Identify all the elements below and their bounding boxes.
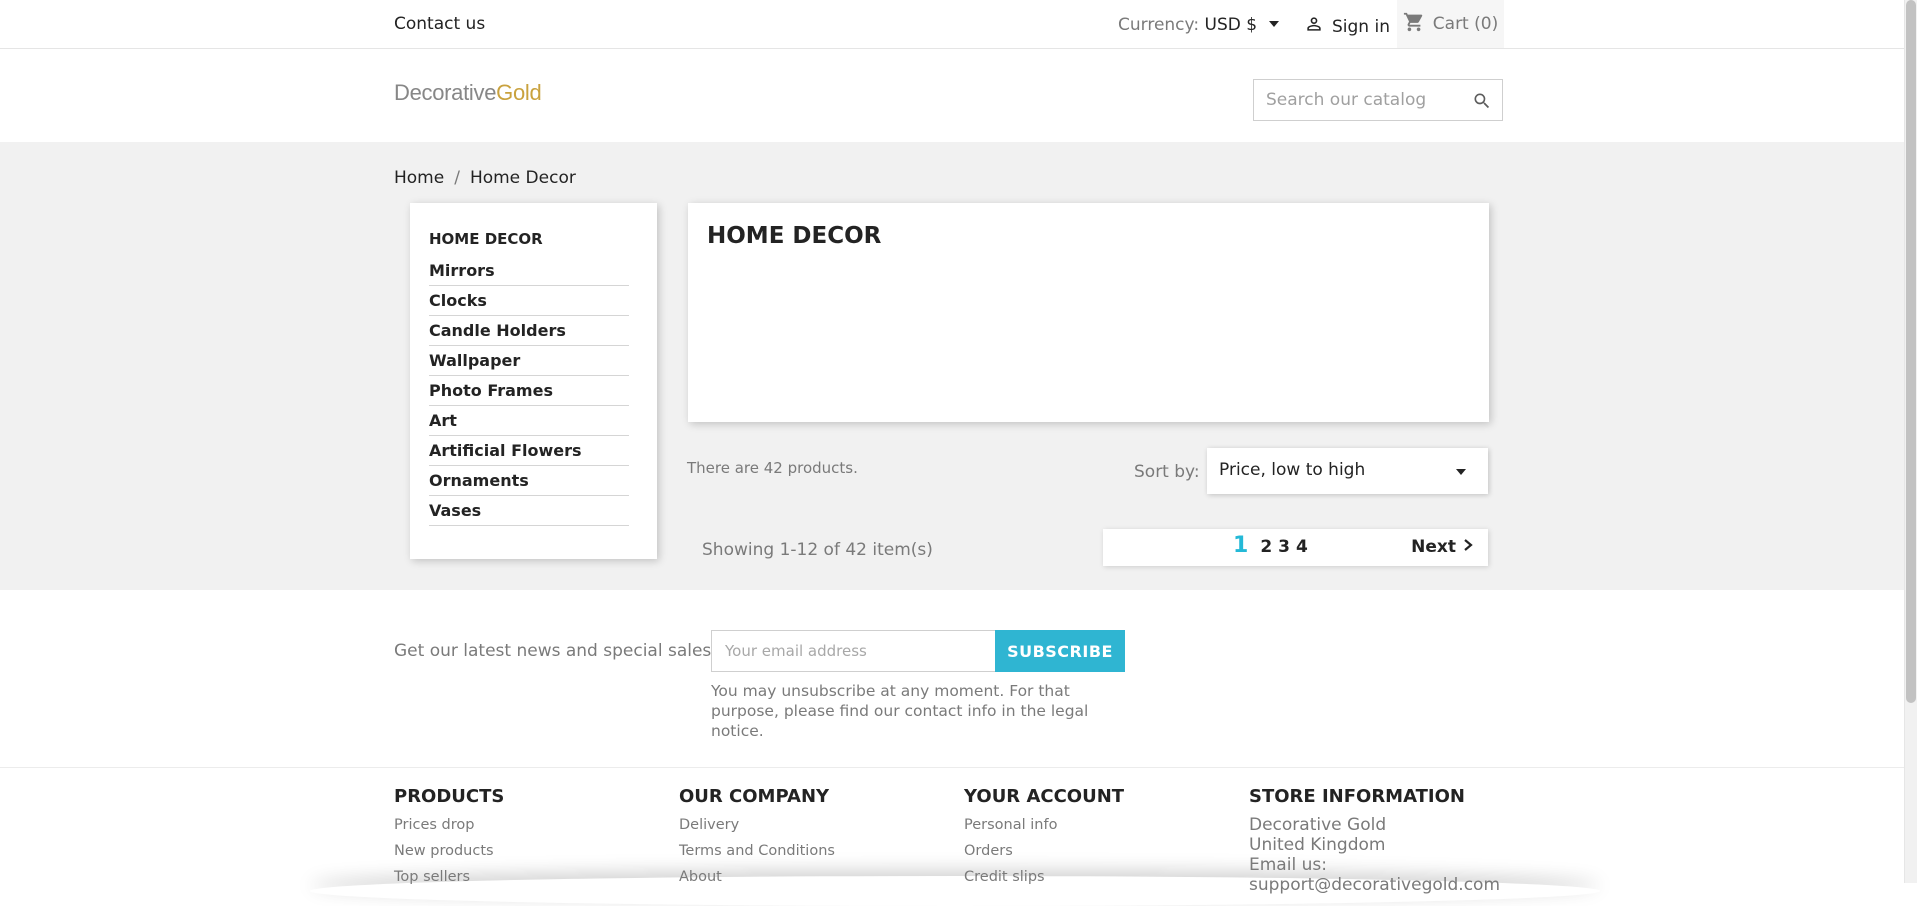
scrollbar-thumb[interactable] bbox=[1906, 0, 1916, 703]
pagination: 1 2 3 4 Next bbox=[1103, 529, 1488, 566]
showing-count: Showing 1-12 of 42 item(s) bbox=[702, 540, 933, 560]
page-link[interactable]: 3 bbox=[1278, 537, 1290, 557]
next-label: Next bbox=[1411, 537, 1456, 557]
store-email-link[interactable]: support@decorativegold.com bbox=[1249, 875, 1500, 895]
sidebar-item-wallpaper[interactable]: Wallpaper bbox=[429, 347, 629, 376]
sidebar-item-mirrors[interactable]: Mirrors bbox=[429, 257, 629, 286]
sidebar-item-ornaments[interactable]: Ornaments bbox=[429, 467, 629, 496]
store-logo[interactable]: DecorativeGold bbox=[394, 80, 542, 106]
footer-company-title: Our company bbox=[679, 786, 830, 807]
newsletter-email-input[interactable] bbox=[712, 631, 995, 671]
footer-link-top-sellers[interactable]: Top sellers bbox=[394, 867, 504, 893]
page-link[interactable]: 4 bbox=[1296, 537, 1308, 557]
page-title: Home Decor bbox=[707, 223, 882, 249]
search-input[interactable] bbox=[1254, 80, 1478, 120]
currency-label: Currency: bbox=[1118, 15, 1200, 35]
sign-in-link[interactable]: Sign in bbox=[1304, 14, 1390, 39]
shopping-cart-icon bbox=[1403, 11, 1425, 38]
footer-link-orders[interactable]: Orders bbox=[964, 841, 1124, 867]
newsletter-email-box bbox=[711, 630, 996, 672]
product-count: There are 42 products. bbox=[687, 459, 858, 477]
page-numbers: 1 2 3 4 bbox=[1233, 533, 1308, 558]
footer-products: Products Prices drop New products Top se… bbox=[394, 786, 504, 893]
sidebar-item-photo-frames[interactable]: Photo Frames bbox=[429, 377, 629, 406]
breadcrumb: Home / Home Decor bbox=[394, 168, 576, 188]
chevron-right-icon bbox=[1462, 537, 1474, 557]
search-box bbox=[1253, 79, 1503, 121]
breadcrumb-home[interactable]: Home bbox=[394, 168, 444, 188]
cart-button[interactable]: Cart (0) bbox=[1397, 0, 1504, 48]
footer-link-prices-drop[interactable]: Prices drop bbox=[394, 815, 504, 841]
sidebar-item-artificial-flowers[interactable]: Artificial Flowers bbox=[429, 437, 629, 466]
newsletter-label: Get our latest news and special sales bbox=[394, 641, 712, 661]
sign-in-label: Sign in bbox=[1332, 16, 1390, 37]
next-page-button[interactable]: Next bbox=[1411, 537, 1474, 557]
footer-products-title: Products bbox=[394, 786, 505, 807]
caret-down-icon bbox=[1269, 21, 1280, 27]
sort-dropdown[interactable]: Price, low to high bbox=[1207, 448, 1488, 494]
subscribe-button[interactable]: Subscribe bbox=[995, 630, 1125, 672]
subcategory-list: Mirrors Clocks Candle Holders Wallpaper … bbox=[429, 257, 629, 527]
footer-account: Your account Personal info Orders Credit… bbox=[964, 786, 1124, 893]
footer-link-about[interactable]: About bbox=[679, 867, 835, 893]
caret-down-icon bbox=[1456, 469, 1466, 475]
breadcrumb-separator: / bbox=[454, 168, 460, 188]
store-email-label: Email us: bbox=[1249, 855, 1327, 875]
newsletter-note: You may unsubscribe at any moment. For t… bbox=[711, 682, 1089, 740]
page-link[interactable]: 2 bbox=[1260, 537, 1272, 557]
category-sidebar: Home Decor Mirrors Clocks Candle Holders… bbox=[410, 203, 657, 559]
sidebar-heading[interactable]: Home Decor bbox=[429, 230, 543, 248]
top-nav bbox=[0, 0, 1904, 49]
footer-company: Our company Delivery Terms and Condition… bbox=[679, 786, 835, 893]
page-link-current[interactable]: 1 bbox=[1233, 533, 1248, 558]
footer-link-terms[interactable]: Terms and Conditions bbox=[679, 841, 835, 867]
currency-selector[interactable]: Currency: USD $ bbox=[1118, 15, 1280, 35]
sidebar-item-clocks[interactable]: Clocks bbox=[429, 287, 629, 316]
store-name: Decorative Gold bbox=[1249, 815, 1387, 835]
footer bbox=[0, 767, 1904, 884]
sidebar-item-art[interactable]: Art bbox=[429, 407, 629, 436]
category-header: Home Decor bbox=[688, 203, 1489, 422]
store-country: United Kingdom bbox=[1249, 835, 1386, 855]
sort-label: Sort by: bbox=[1134, 462, 1200, 482]
footer-link-new-products[interactable]: New products bbox=[394, 841, 504, 867]
breadcrumb-current[interactable]: Home Decor bbox=[470, 168, 576, 188]
sort-value: Price, low to high bbox=[1219, 460, 1366, 480]
footer-link-credit-slips[interactable]: Credit slips bbox=[964, 867, 1124, 893]
user-icon bbox=[1304, 14, 1324, 39]
sidebar-item-candle-holders[interactable]: Candle Holders bbox=[429, 317, 629, 346]
footer-store-info: Store information Decorative Gold United… bbox=[1249, 786, 1500, 895]
cart-label: Cart (0) bbox=[1432, 14, 1499, 34]
currency-value: USD $ bbox=[1204, 15, 1258, 35]
footer-account-title: Your account bbox=[964, 786, 1125, 807]
contact-us-link[interactable]: Contact us bbox=[394, 14, 485, 34]
search-icon[interactable] bbox=[1472, 91, 1492, 115]
footer-link-personal-info[interactable]: Personal info bbox=[964, 815, 1124, 841]
footer-link-delivery[interactable]: Delivery bbox=[679, 815, 835, 841]
sidebar-item-vases[interactable]: Vases bbox=[429, 497, 629, 526]
footer-store-title: Store information bbox=[1249, 786, 1465, 807]
